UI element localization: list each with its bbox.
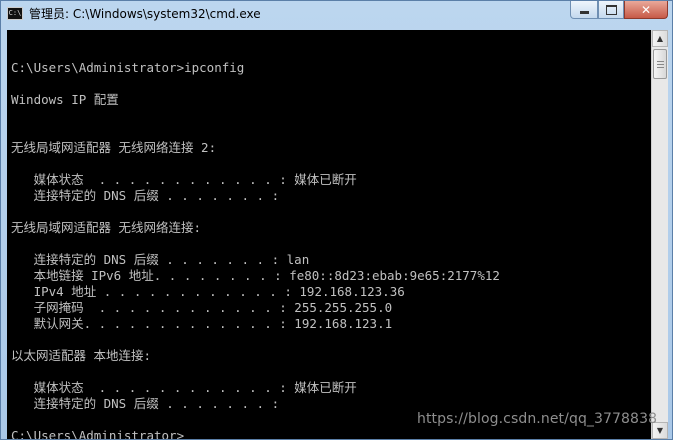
cmd-window: C:\ 管理员: C:\Windows\system32\cmd.exe ✕ C… (0, 0, 673, 440)
console-line: 连接特定的 DNS 后缀 . . . . . . . : lan (11, 252, 310, 267)
maximize-icon (605, 4, 617, 15)
grip-line (657, 61, 664, 62)
console-lines: C:\Users\Administrator>ipconfig Windows I… (11, 44, 500, 439)
console-output[interactable]: C:\Users\Administrator>ipconfig Windows I… (7, 30, 651, 439)
console-line: 连接特定的 DNS 后缀 . . . . . . . : (11, 188, 280, 203)
console-line: 媒体状态 . . . . . . . . . . . . : 媒体已断开 (11, 172, 357, 187)
console-line: 子网掩码 . . . . . . . . . . . . : 255.255.2… (11, 300, 393, 315)
window-controls: ✕ (570, 1, 668, 21)
close-icon: ✕ (640, 2, 652, 17)
console-line: 无线局域网适配器 无线网络连接: (11, 220, 202, 235)
scroll-thumb[interactable] (653, 49, 667, 79)
scroll-up-button[interactable]: ▲ (652, 30, 668, 47)
title-bar[interactable]: C:\ 管理员: C:\Windows\system32\cmd.exe ✕ (1, 1, 672, 29)
console-line: Windows IP 配置 (11, 92, 119, 107)
minimize-button[interactable] (570, 1, 598, 19)
watermark-text: https://blog.csdn.net/qq_3778838 (417, 411, 658, 427)
console-line: IPv4 地址 . . . . . . . . . . . . : 192.16… (11, 284, 405, 299)
console-line: 默认网关. . . . . . . . . . . . . : 192.168.… (11, 316, 393, 331)
grip-line (657, 64, 664, 65)
console-line: 无线局域网适配器 无线网络连接 2: (11, 140, 217, 155)
console-line: 连接特定的 DNS 后缀 . . . . . . . : (11, 396, 280, 411)
maximize-button[interactable] (598, 1, 624, 19)
vertical-scrollbar[interactable]: ▲ ▼ (651, 30, 668, 439)
console-line: C:\Users\Administrator> (11, 428, 185, 439)
grip-line (657, 67, 664, 68)
console-line: 以太网适配器 本地连接: (11, 348, 152, 363)
minimize-icon (579, 11, 589, 14)
cmd-app-icon[interactable]: C:\ (7, 7, 23, 20)
console-line: C:\Users\Administrator>ipconfig (11, 60, 245, 75)
console-line: 本地链接 IPv6 地址. . . . . . . . : fe80::8d23… (11, 268, 500, 283)
window-title: 管理员: C:\Windows\system32\cmd.exe (29, 7, 261, 21)
close-button[interactable]: ✕ (624, 1, 668, 19)
console-line: 媒体状态 . . . . . . . . . . . . : 媒体已断开 (11, 380, 357, 395)
